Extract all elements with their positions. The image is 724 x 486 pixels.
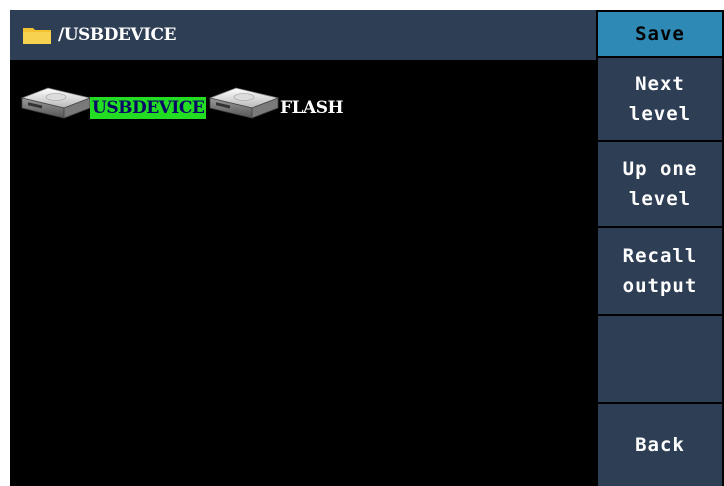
file-browser-screen: /USBDEVICE USBDEVICE FLASH Save Next lev…	[10, 10, 724, 486]
up-one-level-button[interactable]: Up one level	[598, 142, 722, 226]
device-label: FLASH	[280, 98, 344, 118]
button-label: level	[628, 103, 692, 125]
drive-icon	[20, 87, 92, 119]
button-label: Back	[635, 434, 685, 456]
button-label: level	[628, 188, 692, 210]
menu-title-save: Save	[598, 12, 722, 56]
device-flash[interactable]: FLASH	[206, 84, 345, 124]
empty-soft-key[interactable]	[598, 316, 722, 402]
next-level-button[interactable]: Next level	[598, 58, 722, 140]
device-label: USBDEVICE	[90, 97, 207, 119]
soft-key-menu: Save Next level Up one level Recall outp…	[596, 10, 724, 486]
folder-icon	[23, 28, 51, 44]
device-usbdevice[interactable]: USBDEVICE	[18, 84, 207, 124]
file-list[interactable]: USBDEVICE FLASH	[10, 60, 596, 486]
recall-output-button[interactable]: Recall output	[598, 228, 722, 314]
drive-icon	[208, 87, 280, 119]
back-button[interactable]: Back	[598, 404, 722, 486]
button-label: Next	[635, 73, 685, 95]
path-bar: /USBDEVICE	[10, 10, 596, 60]
button-label: Recall	[622, 245, 698, 267]
button-label: Up one	[622, 158, 698, 180]
button-label: output	[622, 275, 698, 297]
current-path: /USBDEVICE	[58, 25, 177, 45]
